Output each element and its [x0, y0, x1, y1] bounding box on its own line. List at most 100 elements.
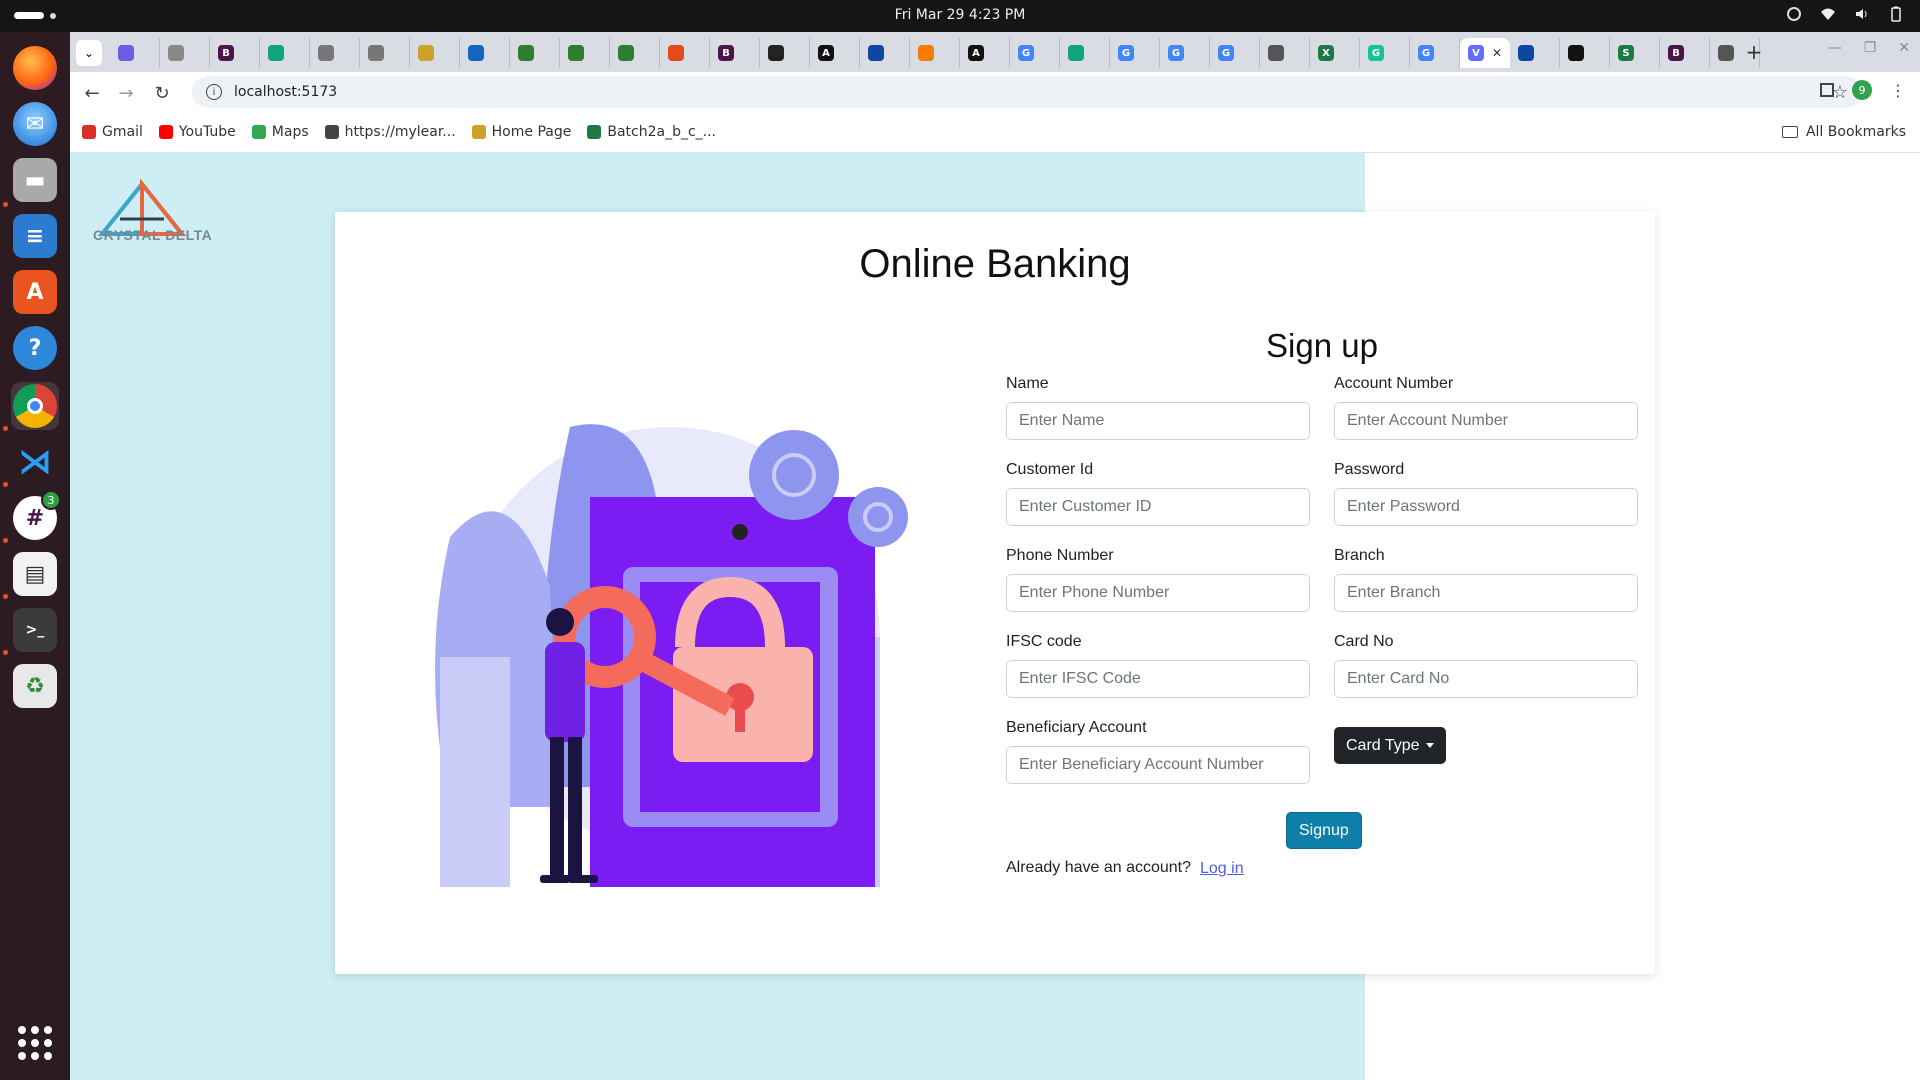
bookmark-item[interactable]: Batch2a_b_c_...	[587, 124, 716, 140]
dock-terminal[interactable]: >_	[11, 606, 59, 654]
browser-tab[interactable]	[460, 38, 510, 68]
browser-tab[interactable]: G	[1210, 38, 1260, 68]
browser-tab[interactable]: G	[1160, 38, 1210, 68]
battery-icon[interactable]	[1888, 6, 1904, 22]
bookmark-item[interactable]: https://mylear...	[324, 124, 456, 140]
ifsc-label: IFSC code	[1006, 633, 1082, 650]
dock-slack[interactable]: # 3	[11, 490, 61, 542]
card-no-input[interactable]	[1334, 660, 1638, 698]
signup-button[interactable]: Signup	[1286, 812, 1362, 849]
browser-tab[interactable]	[860, 38, 910, 68]
browser-tab[interactable]	[110, 38, 160, 68]
browser-tab[interactable]: A	[960, 38, 1010, 68]
browser-tab[interactable]: B	[1660, 38, 1710, 68]
bookmark-item[interactable]: YouTube	[158, 124, 236, 140]
browser-tab[interactable]: A	[810, 38, 860, 68]
tab-favicon	[668, 45, 684, 61]
slack-tray-icon[interactable]	[1786, 6, 1802, 22]
customer-id-input[interactable]	[1006, 488, 1310, 526]
browser-tab[interactable]	[360, 38, 410, 68]
browser-tab[interactable]	[310, 38, 360, 68]
browser-tab[interactable]	[160, 38, 210, 68]
browser-tab[interactable]: G	[1360, 38, 1410, 68]
browser-tab[interactable]: B	[210, 38, 260, 68]
dock-firefox[interactable]	[11, 44, 59, 92]
show-apps-icon[interactable]	[18, 1026, 52, 1060]
bookmark-item[interactable]: Gmail	[82, 124, 143, 140]
vscode-icon: ⋊	[18, 442, 52, 482]
name-input[interactable]	[1006, 402, 1310, 440]
kebab-menu-icon[interactable]: ⋮	[1890, 81, 1906, 100]
browser-tab[interactable]	[1260, 38, 1310, 68]
tab-favicon	[1568, 45, 1584, 61]
password-input[interactable]	[1334, 488, 1638, 526]
dock-app-center[interactable]: A	[11, 268, 59, 316]
dock-trash[interactable]: ♻	[11, 662, 59, 710]
browser-tab[interactable]	[760, 38, 810, 68]
dock-files[interactable]: ▬	[11, 156, 59, 204]
site-info-icon[interactable]: i	[206, 84, 222, 100]
caret-down-icon	[1425, 743, 1434, 748]
branch-input[interactable]	[1334, 574, 1638, 612]
browser-tab[interactable]	[1060, 38, 1110, 68]
card-type-dropdown[interactable]: Card Type	[1334, 727, 1446, 764]
back-arrow-icon[interactable]: ←	[78, 79, 106, 107]
minimize-icon[interactable]: —	[1828, 40, 1842, 56]
dock-vscode[interactable]: ⋊	[11, 438, 59, 486]
dock-chrome[interactable]	[11, 382, 59, 430]
document-viewer-icon: ▤	[13, 552, 57, 596]
system-clock[interactable]: Fri Mar 29 4:23 PM	[0, 7, 1920, 23]
browser-tab[interactable]: X	[1310, 38, 1360, 68]
browser-tab[interactable]	[910, 38, 960, 68]
browser-tab[interactable]	[560, 38, 610, 68]
tab-favicon: B	[1668, 45, 1684, 61]
login-link[interactable]: Log in	[1200, 860, 1244, 878]
ifsc-input[interactable]	[1006, 660, 1310, 698]
system-tray[interactable]	[1786, 6, 1904, 22]
browser-tab[interactable]: S	[1610, 38, 1660, 68]
dock-help[interactable]: ?	[11, 324, 59, 372]
vite-favicon: V	[1468, 45, 1484, 61]
tab-favicon: A	[818, 45, 834, 61]
maximize-icon[interactable]: ❐	[1864, 40, 1877, 56]
reload-icon[interactable]: ↻	[148, 79, 176, 107]
browser-chrome: ⌄ B B A A G G G G X G G V ✕ S B + — ❐ ✕ …	[70, 32, 1920, 153]
dock-writer[interactable]: ≡	[11, 212, 59, 260]
browser-tab[interactable]	[260, 38, 310, 68]
browser-tab[interactable]: B	[710, 38, 760, 68]
wifi-icon[interactable]	[1820, 6, 1836, 22]
url-text[interactable]: localhost:5173	[234, 84, 337, 100]
side-panel-icon[interactable]	[1820, 83, 1834, 97]
bookmark-item[interactable]: Home Page	[471, 124, 571, 140]
tab-favicon	[618, 45, 634, 61]
dock-document-viewer[interactable]: ▤	[11, 550, 59, 598]
browser-tab[interactable]: G	[1410, 38, 1460, 68]
account-number-input[interactable]	[1334, 402, 1638, 440]
tab-favicon: X	[1318, 45, 1334, 61]
address-bar[interactable]: i localhost:5173 ☆	[192, 76, 1862, 108]
browser-tab[interactable]	[510, 38, 560, 68]
forward-arrow-icon[interactable]: →	[112, 79, 140, 107]
all-bookmarks-button[interactable]: All Bookmarks	[1781, 124, 1906, 140]
browser-tab[interactable]: G	[1110, 38, 1160, 68]
profile-avatar[interactable]: 9	[1852, 80, 1872, 100]
password-field-group: Password	[1334, 461, 1638, 526]
volume-icon[interactable]	[1854, 6, 1870, 22]
security-lock-illustration	[435, 424, 908, 887]
beneficiary-input[interactable]	[1006, 746, 1310, 784]
browser-tab[interactable]	[660, 38, 710, 68]
close-window-icon[interactable]: ✕	[1898, 40, 1910, 56]
phone-input[interactable]	[1006, 574, 1310, 612]
browser-tab[interactable]	[410, 38, 460, 68]
browser-tab-active[interactable]: V ✕	[1460, 38, 1510, 68]
browser-tab[interactable]	[610, 38, 660, 68]
dock-thunderbird[interactable]: ✉	[11, 100, 59, 148]
browser-tab[interactable]	[1510, 38, 1560, 68]
tab-favicon	[368, 45, 384, 61]
browser-tab[interactable]	[1560, 38, 1610, 68]
new-tab-button[interactable]: +	[1740, 38, 1768, 66]
tab-search-button[interactable]: ⌄	[76, 40, 102, 66]
bookmark-item[interactable]: Maps	[251, 124, 309, 140]
browser-tab[interactable]: G	[1010, 38, 1060, 68]
close-icon[interactable]: ✕	[1492, 46, 1502, 60]
